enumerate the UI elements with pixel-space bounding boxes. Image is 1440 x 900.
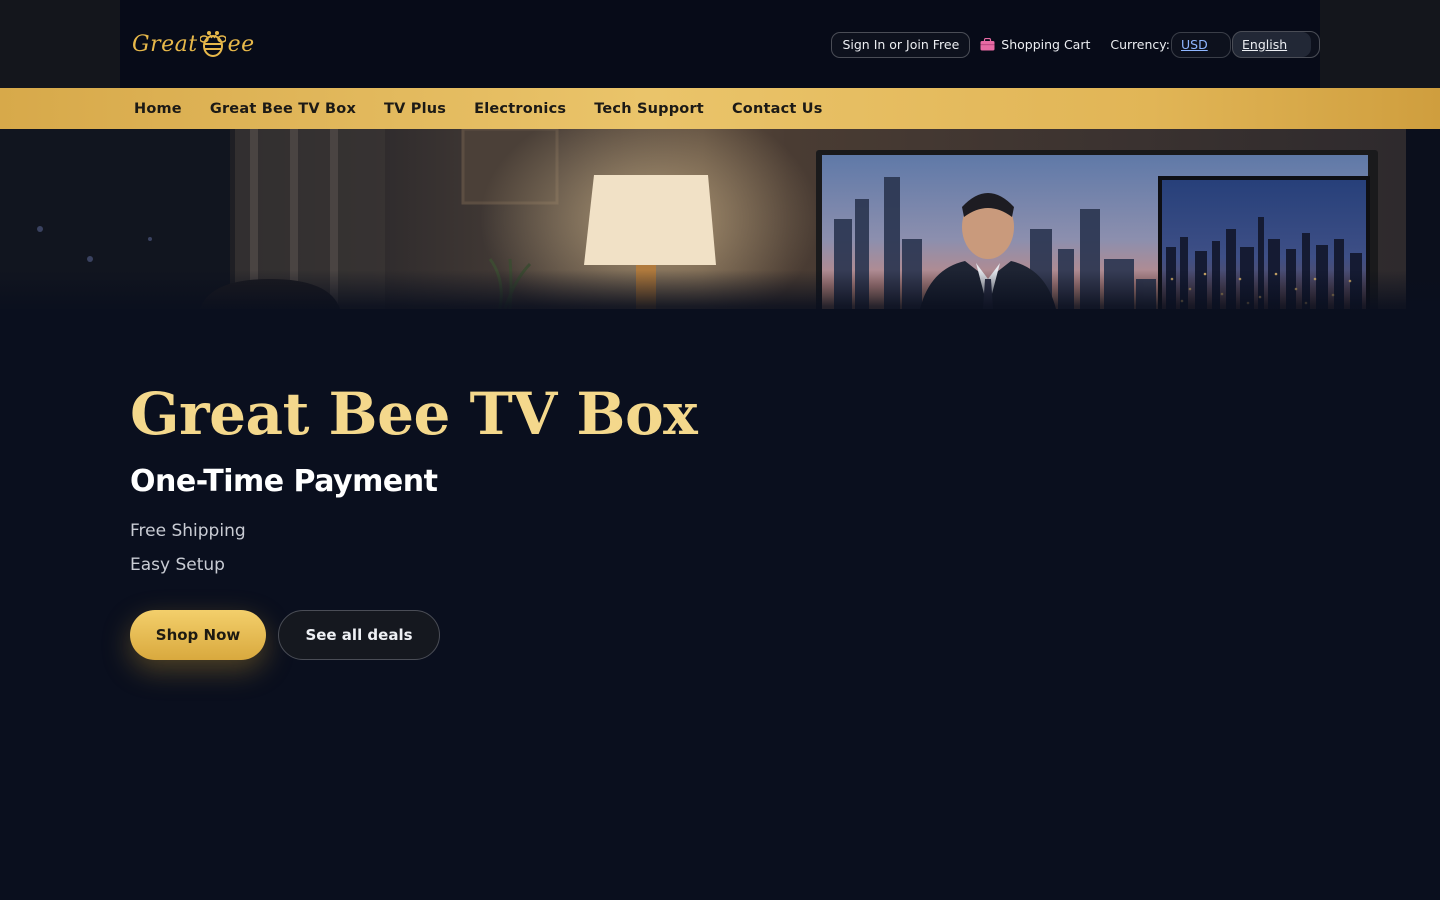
see-all-deals-button[interactable]: See all deals (278, 610, 440, 660)
nav-item-tv-plus[interactable]: TV Plus (384, 101, 446, 117)
shopping-bag-icon (980, 38, 995, 51)
nav-item-electronics[interactable]: Electronics (474, 101, 566, 117)
logo-text-right: ee (227, 31, 255, 57)
header-actions: Sign In or Join Free Shopping Cart Curre… (831, 31, 1320, 58)
language-select[interactable]: English (1232, 31, 1320, 58)
signin-button[interactable]: Sign In or Join Free (831, 31, 971, 58)
site-logo[interactable]: Great ee (132, 26, 255, 62)
main-nav: Home Great Bee TV Box TV Plus Electronic… (0, 88, 1440, 129)
hero-feature-easy-setup: Easy Setup (130, 555, 225, 575)
hero-subtitle: One-Time Payment (130, 464, 438, 499)
nav-item-great-bee-tv-box[interactable]: Great Bee TV Box (210, 101, 356, 117)
shopping-cart-label: Shopping Cart (1001, 37, 1091, 52)
currency-label: Currency: (1110, 37, 1170, 52)
hero-title: Great Bee TV Box (130, 380, 698, 448)
hero-fade-overlay (0, 270, 1440, 330)
top-bar: Great ee Sign In or Join Free Shopping C… (0, 0, 1440, 88)
bee-logo-icon (199, 31, 226, 57)
nav-item-tech-support[interactable]: Tech Support (594, 101, 704, 117)
hero-feature-free-shipping: Free Shipping (130, 521, 246, 541)
nav-item-home[interactable]: Home (134, 101, 182, 117)
nav-item-contact-us[interactable]: Contact Us (732, 101, 823, 117)
shop-now-button[interactable]: Shop Now (130, 610, 266, 660)
currency-select[interactable]: USD (1171, 31, 1231, 58)
shopping-cart-link[interactable]: Shopping Cart (980, 37, 1090, 52)
logo-text-left: Great (132, 31, 198, 57)
